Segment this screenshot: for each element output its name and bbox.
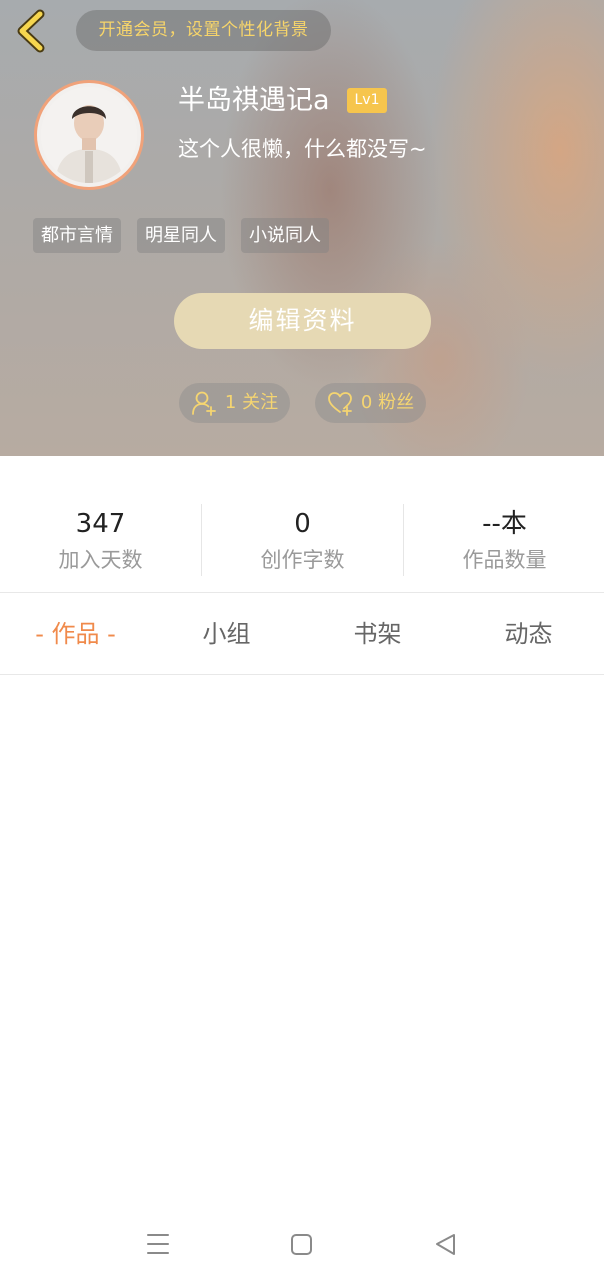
stat-days-joined: 347 加入天数 [0, 504, 201, 576]
add-user-icon [192, 391, 216, 416]
stat-label: 加入天数 [58, 548, 143, 572]
stats-bar: 347 加入天数 0 创作字数 --本 作品数量 [0, 456, 604, 593]
tab-works[interactable]: - 作品 - [0, 593, 151, 675]
stat-value: 0 [294, 509, 311, 539]
genre-tag[interactable]: 明星同人 [137, 218, 225, 253]
genre-tags: 都市言情 明星同人 小说同人 [33, 218, 329, 253]
profile-header: 开通会员，设置个性化背景 半岛祺遇记a Lv1 这个人很懒，什么都没写~ 都市言… [0, 0, 604, 456]
stat-value: 347 [75, 509, 126, 539]
stat-words-written: 0 创作字数 [202, 504, 403, 576]
avatar[interactable] [34, 80, 144, 190]
system-nav-bar [0, 1210, 604, 1280]
avatar-photo [41, 87, 137, 183]
heart-icon [328, 392, 352, 416]
chevron-left-icon [17, 9, 45, 53]
edit-profile-button[interactable]: 编辑资料 [174, 293, 431, 349]
menu-icon [147, 1234, 169, 1254]
following-button[interactable]: 1 关注 [179, 383, 290, 423]
tab-groups[interactable]: 小组 [151, 593, 302, 675]
stat-works-count: --本 作品数量 [404, 504, 604, 576]
tab-bookshelf[interactable]: 书架 [302, 593, 453, 675]
menu-button[interactable] [140, 1227, 176, 1263]
nickname: 半岛祺遇记a [178, 85, 330, 116]
home-square-icon [291, 1234, 312, 1255]
level-badge: Lv1 [347, 88, 387, 113]
profile-tabs: - 作品 - 小组 书架 动态 [0, 593, 604, 675]
bio-text: 这个人很懒，什么都没写~ [178, 137, 427, 161]
back-button[interactable] [12, 8, 52, 54]
system-back-button[interactable] [428, 1227, 464, 1263]
following-count: 1 关注 [224, 392, 279, 413]
stat-value: --本 [482, 509, 527, 539]
home-button[interactable] [284, 1227, 320, 1263]
fans-count: 0 粉丝 [360, 392, 415, 413]
vip-banner[interactable]: 开通会员，设置个性化背景 [76, 10, 331, 51]
fans-button[interactable]: 0 粉丝 [315, 383, 426, 423]
tab-activity[interactable]: 动态 [453, 593, 604, 675]
genre-tag[interactable]: 都市言情 [33, 218, 121, 253]
stat-label: 创作字数 [260, 548, 345, 572]
genre-tag[interactable]: 小说同人 [241, 218, 329, 253]
back-triangle-icon [436, 1234, 455, 1255]
tab-content-area [0, 676, 604, 1210]
stat-label: 作品数量 [462, 548, 547, 572]
